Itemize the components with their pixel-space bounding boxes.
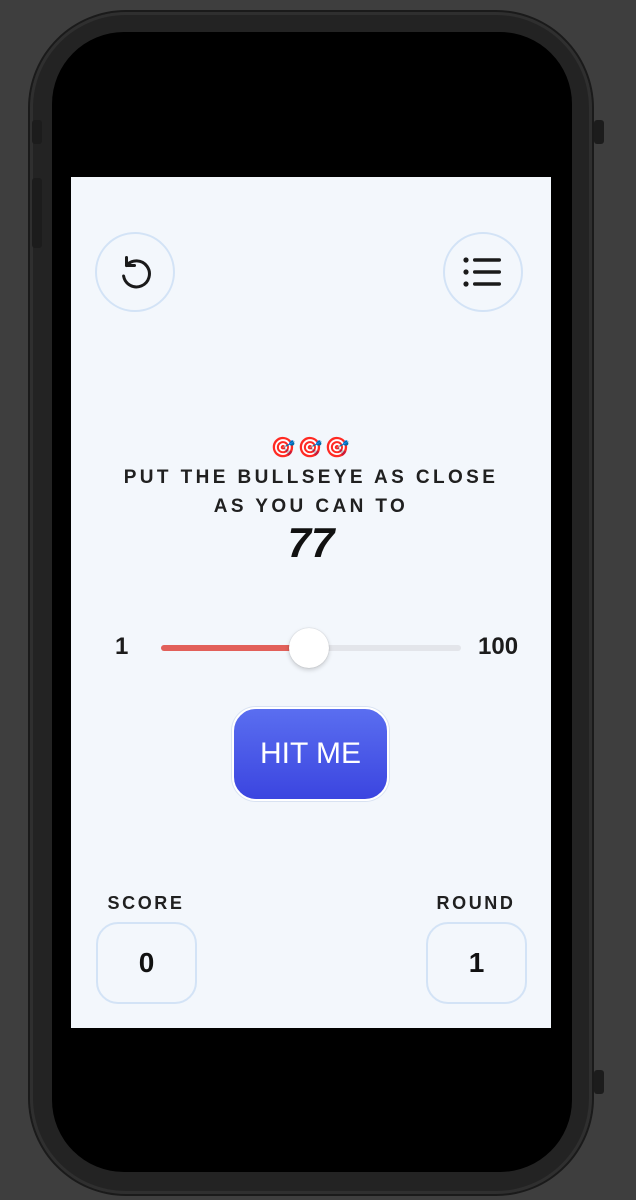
slider-min-label: 1 [115,633,129,660]
instruction-line-1: PUT THE BULLSEYE AS CLOSE [123,467,499,488]
target-emojis: 🎯🎯🎯 [270,437,352,459]
slider-fill [161,645,309,651]
score-box: 0 [96,922,197,1004]
phone-side-button [32,120,42,144]
app-screen: 🎯🎯🎯 PUT THE BULLSEYE AS CLOSE AS YOU CAN… [71,177,551,1028]
list-icon [462,255,504,289]
round-label: ROUND [436,893,516,913]
phone-side-button [594,1070,604,1094]
leaderboard-button[interactable] [443,232,523,312]
score-label: SCORE [107,893,185,913]
score-value: 0 [138,947,155,978]
phone-side-button [594,120,604,144]
restart-icon [115,252,155,292]
slider-max-label: 100 [478,633,519,660]
round-box: 1 [426,922,527,1004]
instruction-line-2: AS YOU CAN TO [213,496,409,517]
hit-me-button[interactable]: HIT ME [232,707,389,801]
instruction-text: PUT THE BULLSEYE AS CLOSE AS YOU CAN TO [71,463,551,521]
target-value: 77 [287,519,335,566]
round-value: 1 [468,947,485,978]
restart-button[interactable] [95,232,175,312]
guess-slider[interactable] [161,628,461,668]
phone-side-button [32,178,42,248]
slider-thumb[interactable] [289,628,329,668]
hit-me-label: HIT ME [259,737,362,770]
